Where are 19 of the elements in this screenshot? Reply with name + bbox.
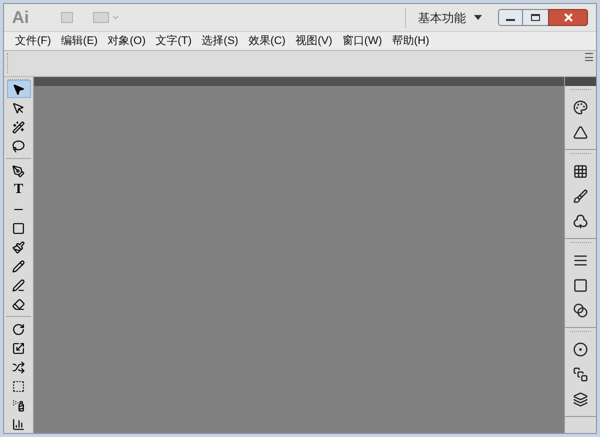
menu-item[interactable]: 文字(T) [150, 32, 197, 50]
type-tool[interactable]: T [6, 181, 30, 199]
menu-item[interactable]: 选择(S) [196, 32, 244, 50]
maximize-button[interactable] [523, 9, 548, 26]
close-button[interactable] [548, 9, 588, 26]
menu-item[interactable]: 编辑(E) [56, 32, 103, 50]
workspace-switcher[interactable]: 基本功能 [418, 8, 482, 26]
menu-item[interactable]: 帮助(H) [387, 32, 434, 50]
panel-menu-icon [585, 53, 593, 61]
close-icon [564, 13, 572, 22]
grip-icon [7, 53, 10, 73]
caret-icon [474, 15, 482, 20]
menu-item[interactable]: 对象(O) [102, 32, 151, 50]
menu-item[interactable]: 文件(F) [10, 32, 56, 50]
app-logo: Ai [12, 6, 29, 29]
menu-item[interactable]: 窗口(W) [337, 32, 387, 50]
menu-item[interactable]: 视图(V) [290, 32, 338, 50]
minimize-button[interactable] [498, 9, 523, 26]
menu-item[interactable]: 效果(C) [243, 32, 291, 50]
